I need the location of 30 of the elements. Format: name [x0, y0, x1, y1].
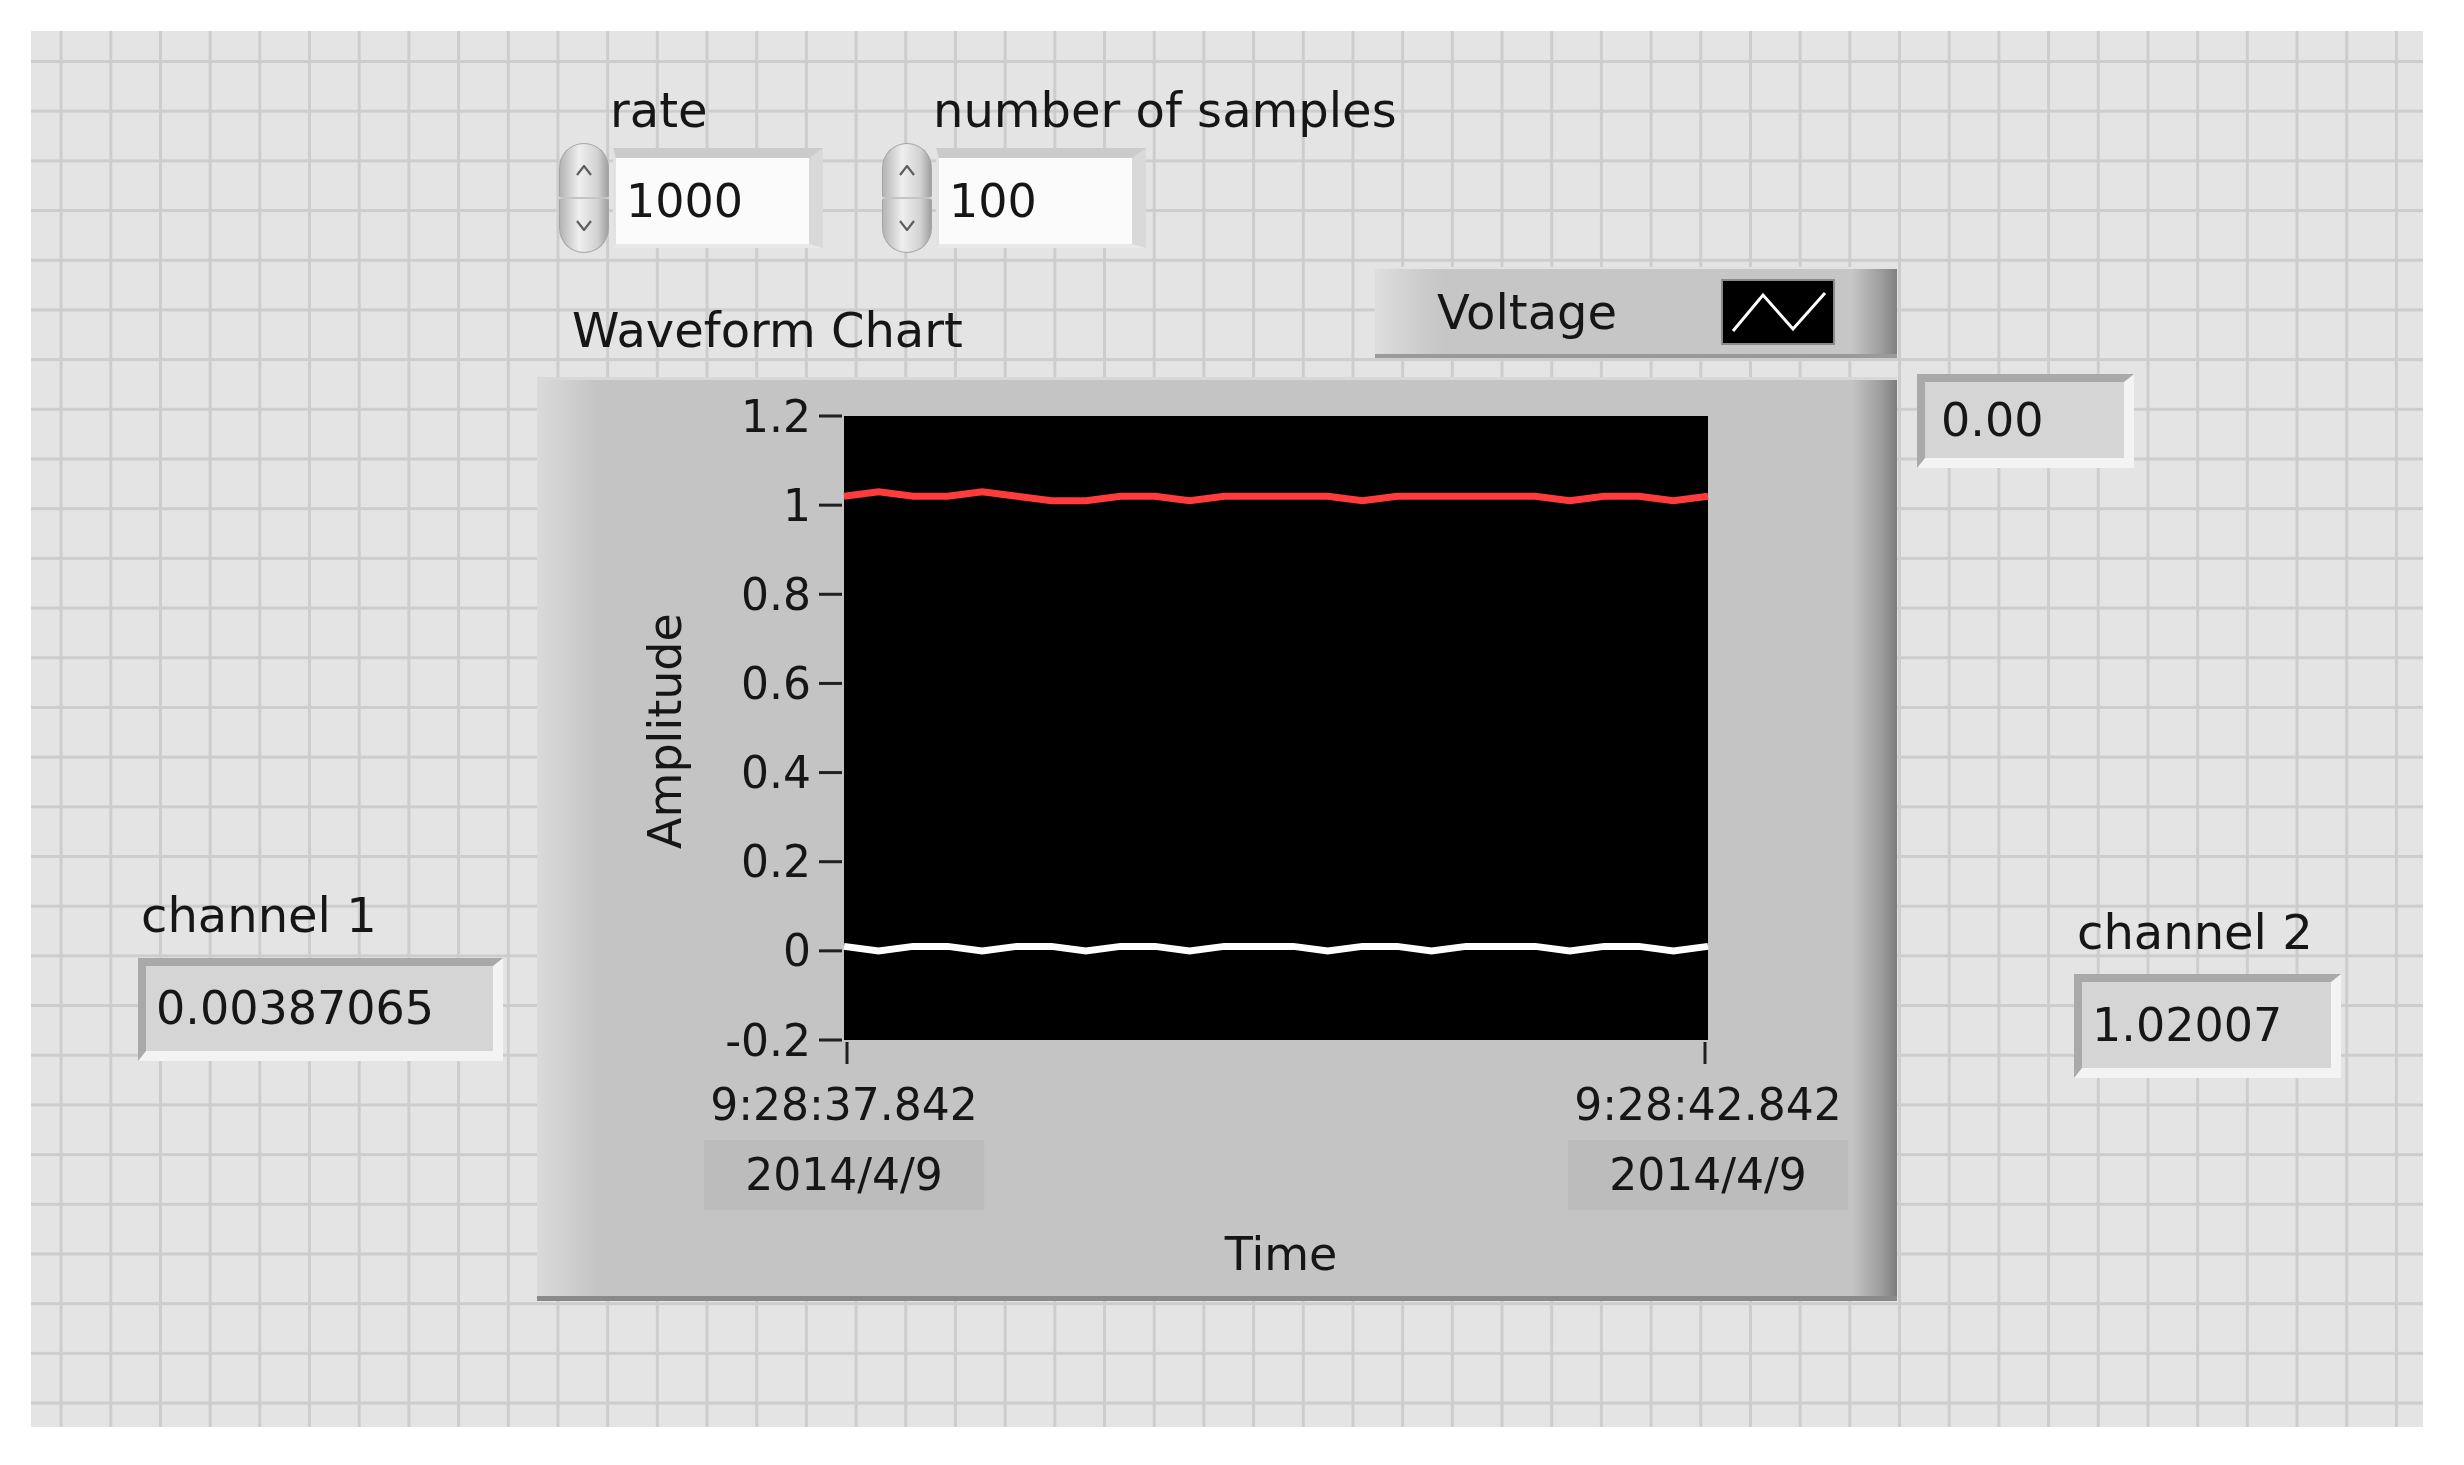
legend-label: Voltage — [1437, 282, 1618, 342]
y-tick-label: 0 — [783, 925, 811, 977]
indicator-label: channel 2 — [2077, 903, 2314, 961]
numeric-field[interactable]: 1000 — [613, 148, 823, 248]
y-tick-label: 1.2 — [741, 390, 811, 442]
numeric-field[interactable]: 100 — [936, 148, 1146, 248]
control-label: rate — [610, 81, 709, 139]
indicator-label: channel 1 — [141, 886, 378, 944]
decrement-button[interactable] — [882, 198, 932, 253]
y-tick-label: 0.8 — [741, 568, 811, 620]
numeric-indicator: 0.00387065 — [138, 958, 503, 1061]
x-axis-title: Time — [1224, 1227, 1338, 1281]
increment-button[interactable] — [882, 143, 932, 198]
down-caret-icon — [576, 220, 592, 231]
increment-button[interactable] — [559, 143, 609, 198]
numeric-indicator: 1.02007 — [2074, 974, 2341, 1078]
digital-display: 0.00 — [1917, 374, 2134, 468]
y-tick-label: 1 — [783, 479, 811, 531]
y-tick-label: 0.6 — [741, 657, 811, 709]
line-plot-icon — [1721, 278, 1835, 345]
down-caret-icon — [899, 220, 915, 231]
up-caret-icon — [899, 165, 915, 176]
y-tick-label: 0.4 — [741, 747, 811, 799]
up-caret-icon — [576, 165, 592, 176]
decrement-button[interactable] — [559, 198, 609, 253]
y-axis-title: Amplitude — [638, 613, 692, 849]
chart-label: Waveform Chart — [572, 301, 963, 359]
y-tick-label: 0.2 — [741, 836, 811, 888]
control-label: number of samples — [933, 81, 1397, 139]
y-tick-label: -0.2 — [725, 1014, 811, 1066]
